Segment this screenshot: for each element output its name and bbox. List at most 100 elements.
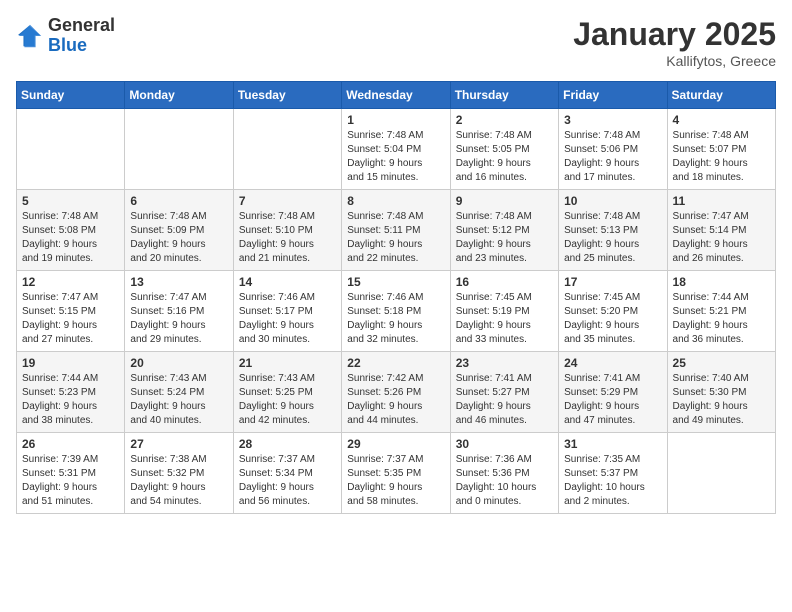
day-number: 27 bbox=[130, 437, 227, 451]
calendar-day-3: 3 Sunrise: 7:48 AM Sunset: 5:06 PM Daylig… bbox=[559, 109, 667, 190]
day-number: 6 bbox=[130, 194, 227, 208]
logo: General Blue bbox=[16, 16, 115, 56]
logo-icon bbox=[16, 22, 44, 50]
day-number: 10 bbox=[564, 194, 661, 208]
calendar-week-4: 19 Sunrise: 7:44 AM Sunset: 5:23 PM Dayli… bbox=[17, 352, 776, 433]
day-info: Sunrise: 7:47 AM Sunset: 5:14 PM Dayligh… bbox=[673, 210, 770, 266]
calendar-day-27: 27 Sunrise: 7:38 AM Sunset: 5:32 PM Dayli… bbox=[125, 433, 233, 514]
day-info: Sunrise: 7:48 AM Sunset: 5:04 PM Dayligh… bbox=[347, 129, 444, 185]
weekday-header-sunday: Sunday bbox=[17, 82, 125, 109]
calendar: SundayMondayTuesdayWednesdayThursdayFrid… bbox=[16, 81, 776, 514]
day-number: 24 bbox=[564, 356, 661, 370]
day-number: 30 bbox=[456, 437, 553, 451]
day-info: Sunrise: 7:41 AM Sunset: 5:27 PM Dayligh… bbox=[456, 372, 553, 428]
weekday-header-friday: Friday bbox=[559, 82, 667, 109]
page-header: General Blue January 2025 Kallifytos, Gr… bbox=[16, 16, 776, 69]
calendar-day-19: 19 Sunrise: 7:44 AM Sunset: 5:23 PM Dayli… bbox=[17, 352, 125, 433]
day-number: 2 bbox=[456, 113, 553, 127]
day-number: 12 bbox=[22, 275, 119, 289]
day-info: Sunrise: 7:45 AM Sunset: 5:20 PM Dayligh… bbox=[564, 291, 661, 347]
day-number: 3 bbox=[564, 113, 661, 127]
weekday-header-wednesday: Wednesday bbox=[342, 82, 450, 109]
day-number: 21 bbox=[239, 356, 336, 370]
calendar-day-26: 26 Sunrise: 7:39 AM Sunset: 5:31 PM Dayli… bbox=[17, 433, 125, 514]
day-number: 7 bbox=[239, 194, 336, 208]
calendar-day-30: 30 Sunrise: 7:36 AM Sunset: 5:36 PM Dayli… bbox=[450, 433, 558, 514]
day-info: Sunrise: 7:42 AM Sunset: 5:26 PM Dayligh… bbox=[347, 372, 444, 428]
day-info: Sunrise: 7:43 AM Sunset: 5:25 PM Dayligh… bbox=[239, 372, 336, 428]
day-info: Sunrise: 7:36 AM Sunset: 5:36 PM Dayligh… bbox=[456, 453, 553, 509]
calendar-day-9: 9Sunrise: 7:48 AM Sunset: 5:12 PM Daylig… bbox=[450, 190, 558, 271]
day-info: Sunrise: 7:48 AM Sunset: 5:13 PM Dayligh… bbox=[564, 210, 661, 266]
day-info: Sunrise: 7:44 AM Sunset: 5:23 PM Dayligh… bbox=[22, 372, 119, 428]
day-info: Sunrise: 7:48 AM Sunset: 5:08 PM Dayligh… bbox=[22, 210, 119, 266]
calendar-day-22: 22 Sunrise: 7:42 AM Sunset: 5:26 PM Dayli… bbox=[342, 352, 450, 433]
day-info: Sunrise: 7:44 AM Sunset: 5:21 PM Dayligh… bbox=[673, 291, 770, 347]
day-info: Sunrise: 7:43 AM Sunset: 5:24 PM Dayligh… bbox=[130, 372, 227, 428]
day-number: 28 bbox=[239, 437, 336, 451]
day-info: Sunrise: 7:46 AM Sunset: 5:17 PM Dayligh… bbox=[239, 291, 336, 347]
weekday-header-tuesday: Tuesday bbox=[233, 82, 341, 109]
day-number: 11 bbox=[673, 194, 770, 208]
location: Kallifytos, Greece bbox=[573, 53, 776, 69]
day-info: Sunrise: 7:37 AM Sunset: 5:35 PM Dayligh… bbox=[347, 453, 444, 509]
calendar-day-28: 28Sunrise: 7:37 AM Sunset: 5:34 PM Dayli… bbox=[233, 433, 341, 514]
day-info: Sunrise: 7:48 AM Sunset: 5:06 PM Dayligh… bbox=[564, 129, 661, 185]
day-number: 4 bbox=[673, 113, 770, 127]
empty-cell bbox=[667, 433, 775, 514]
logo-general: General bbox=[48, 15, 115, 35]
day-info: Sunrise: 7:48 AM Sunset: 5:05 PM Dayligh… bbox=[456, 129, 553, 185]
title-block: January 2025 Kallifytos, Greece bbox=[573, 16, 776, 69]
day-number: 14 bbox=[239, 275, 336, 289]
calendar-day-16: 16 Sunrise: 7:45 AM Sunset: 5:19 PM Dayli… bbox=[450, 271, 558, 352]
calendar-day-25: 25Sunrise: 7:40 AM Sunset: 5:30 PM Dayli… bbox=[667, 352, 775, 433]
calendar-day-21: 21 Sunrise: 7:43 AM Sunset: 5:25 PM Dayli… bbox=[233, 352, 341, 433]
day-number: 13 bbox=[130, 275, 227, 289]
day-number: 25 bbox=[673, 356, 770, 370]
day-number: 18 bbox=[673, 275, 770, 289]
day-number: 5 bbox=[22, 194, 119, 208]
calendar-day-13: 13Sunrise: 7:47 AM Sunset: 5:16 PM Dayli… bbox=[125, 271, 233, 352]
month-title: January 2025 bbox=[573, 16, 776, 53]
day-number: 26 bbox=[22, 437, 119, 451]
day-info: Sunrise: 7:48 AM Sunset: 5:11 PM Dayligh… bbox=[347, 210, 444, 266]
day-number: 23 bbox=[456, 356, 553, 370]
day-number: 19 bbox=[22, 356, 119, 370]
day-info: Sunrise: 7:45 AM Sunset: 5:19 PM Dayligh… bbox=[456, 291, 553, 347]
empty-cell bbox=[17, 109, 125, 190]
calendar-day-14: 14 Sunrise: 7:46 AM Sunset: 5:17 PM Dayli… bbox=[233, 271, 341, 352]
day-number: 29 bbox=[347, 437, 444, 451]
day-number: 8 bbox=[347, 194, 444, 208]
day-number: 17 bbox=[564, 275, 661, 289]
day-number: 9 bbox=[456, 194, 553, 208]
calendar-week-1: 1Sunrise: 7:48 AM Sunset: 5:04 PM Daylig… bbox=[17, 109, 776, 190]
day-number: 31 bbox=[564, 437, 661, 451]
day-info: Sunrise: 7:46 AM Sunset: 5:18 PM Dayligh… bbox=[347, 291, 444, 347]
day-info: Sunrise: 7:38 AM Sunset: 5:32 PM Dayligh… bbox=[130, 453, 227, 509]
calendar-day-4: 4 Sunrise: 7:48 AM Sunset: 5:07 PM Daylig… bbox=[667, 109, 775, 190]
day-number: 22 bbox=[347, 356, 444, 370]
calendar-day-15: 15Sunrise: 7:46 AM Sunset: 5:18 PM Dayli… bbox=[342, 271, 450, 352]
empty-cell bbox=[125, 109, 233, 190]
weekday-header-saturday: Saturday bbox=[667, 82, 775, 109]
calendar-day-12: 12 Sunrise: 7:47 AM Sunset: 5:15 PM Dayli… bbox=[17, 271, 125, 352]
calendar-day-20: 20 Sunrise: 7:43 AM Sunset: 5:24 PM Dayli… bbox=[125, 352, 233, 433]
logo-text: General Blue bbox=[48, 16, 115, 56]
calendar-day-23: 23 Sunrise: 7:41 AM Sunset: 5:27 PM Dayli… bbox=[450, 352, 558, 433]
day-info: Sunrise: 7:47 AM Sunset: 5:15 PM Dayligh… bbox=[22, 291, 119, 347]
day-info: Sunrise: 7:48 AM Sunset: 5:09 PM Dayligh… bbox=[130, 210, 227, 266]
calendar-week-3: 12 Sunrise: 7:47 AM Sunset: 5:15 PM Dayli… bbox=[17, 271, 776, 352]
calendar-day-31: 31Sunrise: 7:35 AM Sunset: 5:37 PM Dayli… bbox=[559, 433, 667, 514]
day-info: Sunrise: 7:48 AM Sunset: 5:07 PM Dayligh… bbox=[673, 129, 770, 185]
calendar-day-2: 2 Sunrise: 7:48 AM Sunset: 5:05 PM Daylig… bbox=[450, 109, 558, 190]
calendar-day-1: 1Sunrise: 7:48 AM Sunset: 5:04 PM Daylig… bbox=[342, 109, 450, 190]
calendar-day-29: 29 Sunrise: 7:37 AM Sunset: 5:35 PM Dayli… bbox=[342, 433, 450, 514]
calendar-week-5: 26 Sunrise: 7:39 AM Sunset: 5:31 PM Dayli… bbox=[17, 433, 776, 514]
day-info: Sunrise: 7:39 AM Sunset: 5:31 PM Dayligh… bbox=[22, 453, 119, 509]
calendar-week-2: 5 Sunrise: 7:48 AM Sunset: 5:08 PM Daylig… bbox=[17, 190, 776, 271]
calendar-day-6: 6 Sunrise: 7:48 AM Sunset: 5:09 PM Daylig… bbox=[125, 190, 233, 271]
weekday-header-row: SundayMondayTuesdayWednesdayThursdayFrid… bbox=[17, 82, 776, 109]
day-number: 20 bbox=[130, 356, 227, 370]
calendar-day-8: 8 Sunrise: 7:48 AM Sunset: 5:11 PM Daylig… bbox=[342, 190, 450, 271]
day-number: 16 bbox=[456, 275, 553, 289]
